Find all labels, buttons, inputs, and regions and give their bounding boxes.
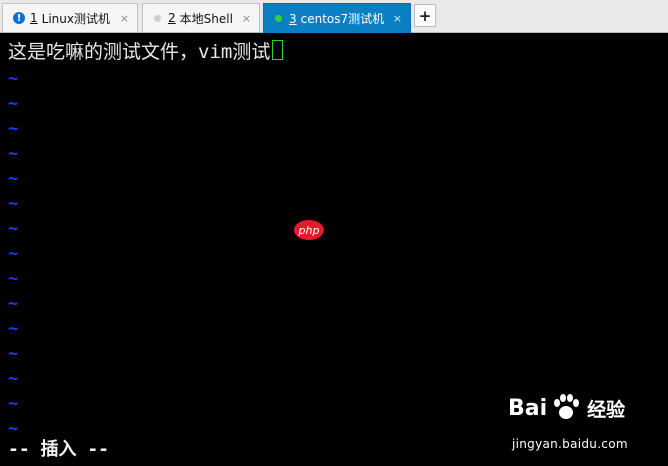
tilde-marker: ~ bbox=[8, 294, 19, 314]
tab-label: Linux测试机 bbox=[41, 11, 110, 26]
close-icon[interactable]: × bbox=[242, 12, 251, 25]
tilde-marker: ~ bbox=[8, 244, 19, 264]
tilde-marker: ~ bbox=[8, 94, 19, 114]
tilde-marker: ~ bbox=[8, 119, 19, 139]
tilde-marker: ~ bbox=[8, 319, 19, 339]
tilde-marker: ~ bbox=[8, 394, 19, 414]
tab-label: 本地Shell bbox=[179, 11, 233, 26]
php-logo-text: php bbox=[298, 223, 320, 237]
tilde-marker: ~ bbox=[8, 369, 19, 389]
tab-number: 2 bbox=[168, 11, 176, 25]
tab-number: 3 bbox=[289, 11, 297, 26]
php-logo: php bbox=[294, 220, 324, 240]
tilde-marker: ~ bbox=[8, 219, 19, 239]
tab-linux-test[interactable]: ! 1 Linux测试机 × bbox=[2, 3, 138, 32]
tilde-marker: ~ bbox=[8, 144, 19, 164]
tilde-marker: ~ bbox=[8, 344, 19, 364]
status-dot-icon bbox=[154, 14, 161, 22]
status-dot-icon bbox=[275, 15, 282, 22]
tilde-marker: ~ bbox=[8, 169, 19, 189]
tab-local-shell[interactable]: 2 本地Shell × bbox=[142, 3, 260, 32]
tab-label: centos7测试机 bbox=[300, 12, 385, 26]
close-icon[interactable]: × bbox=[393, 12, 402, 25]
paw-icon bbox=[551, 393, 581, 423]
tab-centos7-test[interactable]: 3 centos7测试机 × bbox=[263, 3, 411, 33]
tab-bar: ! 1 Linux测试机 × 2 本地Shell × 3 centos7测试机 … bbox=[0, 0, 668, 33]
baidu-jingyan-watermark: Bai 经验 bbox=[508, 393, 625, 423]
vim-mode-status: -- 插入 -- bbox=[8, 439, 110, 460]
info-icon: ! bbox=[13, 12, 25, 24]
tilde-marker: ~ bbox=[8, 269, 19, 289]
tilde-marker: ~ bbox=[8, 194, 19, 214]
tab-number: 1 bbox=[30, 11, 38, 25]
empty-line-markers: ~ ~ ~ ~ ~ ~ ~ ~ ~ ~ ~ ~ ~ ~ ~ bbox=[8, 67, 18, 442]
file-text-line: 这是吃嘛的测试文件，vim测试 bbox=[8, 38, 284, 63]
close-icon[interactable]: × bbox=[120, 12, 129, 25]
file-text: 这是吃嘛的测试文件，vim测试 bbox=[8, 40, 271, 63]
text-cursor bbox=[272, 40, 284, 60]
watermark-brand-text: Bai bbox=[508, 395, 548, 421]
watermark-cn-text: 经验 bbox=[587, 398, 626, 421]
tilde-marker: ~ bbox=[8, 69, 19, 89]
watermark-url: jingyan.baidu.com bbox=[512, 437, 628, 451]
add-tab-button[interactable]: + bbox=[414, 4, 436, 27]
